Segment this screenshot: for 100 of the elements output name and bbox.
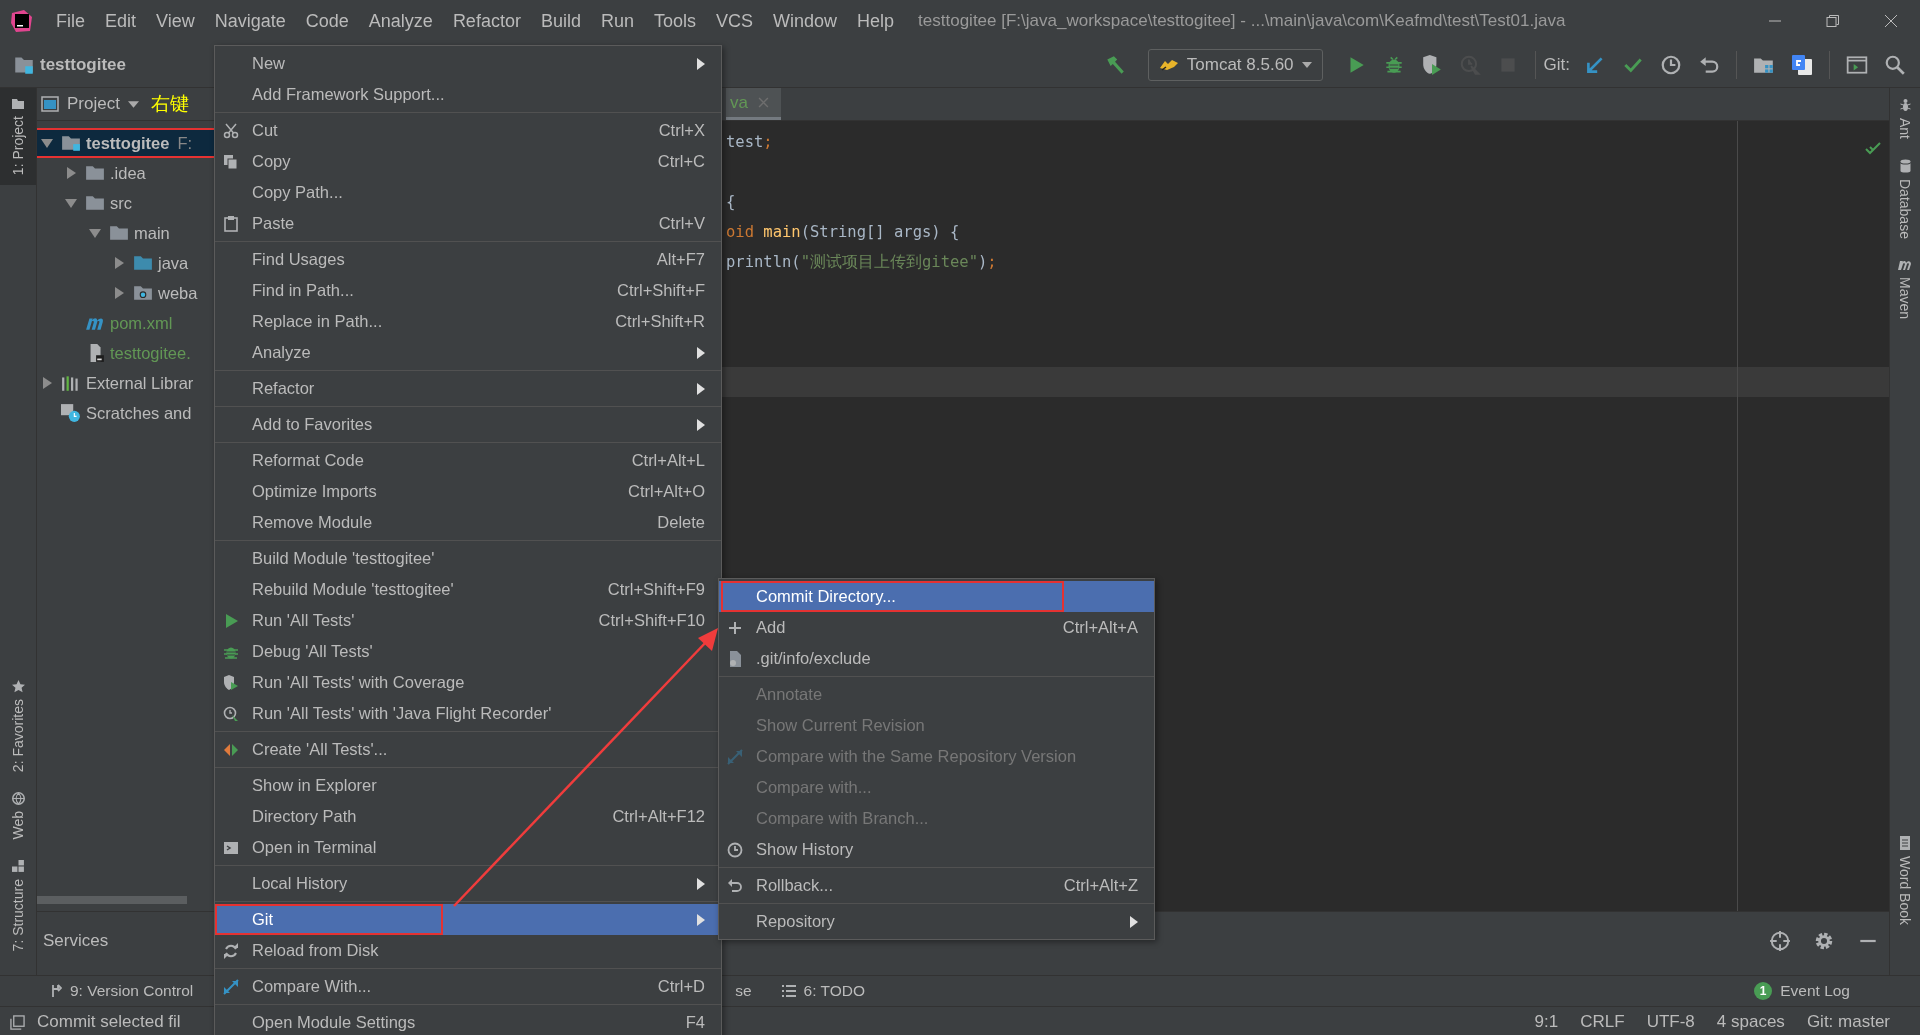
menu-item[interactable]: Run [590,10,644,32]
menu-item[interactable]: Show History [719,834,1154,865]
submenu-arrow-icon [697,913,705,926]
tool-window-tab[interactable]: Web [6,782,30,850]
menu-item[interactable]: Refactor [215,373,721,404]
tool-window-tab[interactable]: Maven [1893,248,1917,329]
menu-item[interactable]: Find in Path... Ctrl+Shift+F [215,275,721,306]
tool-window-tab[interactable]: Word Book [1893,826,1917,935]
menu-item[interactable]: Reload from Disk [215,935,721,966]
menu-item[interactable]: Remove Module Delete [215,507,721,538]
git-label: Git: [1543,54,1570,75]
panel-title: Services [43,930,109,951]
tool-window-tab[interactable]: 1: Project [0,88,36,186]
code-line: oid main(String[] args) { [726,223,960,241]
menu-item[interactable]: Compare With... Ctrl+D [215,971,721,1002]
collapse-arrow-icon[interactable] [65,167,77,179]
menu-item[interactable]: Build Module 'testtogitee' [215,543,721,574]
menu-item[interactable]: Add Ctrl+Alt+A [719,612,1154,643]
menu-item[interactable]: Navigate [204,10,296,32]
tree-item[interactable]: java [37,248,215,278]
tree-item[interactable]: testtogitee. [37,338,215,368]
tree-item[interactable]: External Librar [37,368,215,398]
caret-icon[interactable] [127,100,139,108]
menu-item[interactable]: Create 'All Tests'... [215,734,721,765]
collapse-arrow-icon[interactable] [41,377,53,389]
menu-item[interactable]: Cut Ctrl+X [215,115,721,146]
menu-item[interactable]: Run 'All Tests' with Coverage [215,667,721,698]
menu-item[interactable]: .git/info/exclude [719,643,1154,674]
status-item[interactable]: 9:1 [1534,1012,1559,1032]
menu-item[interactable]: File [46,10,95,32]
menu-item[interactable]: Optimize Imports Ctrl+Alt+O [215,476,721,507]
menu-item[interactable]: Directory Path Ctrl+Alt+F12 [215,801,721,832]
menu-item[interactable]: Open in Terminal [215,832,721,863]
menu-item[interactable]: Paste Ctrl+V [215,208,721,239]
status-item[interactable]: 4 spaces [1716,1012,1785,1032]
menu-item[interactable]: Reformat Code Ctrl+Alt+L [215,445,721,476]
refresh-icon [222,942,239,959]
menu-item[interactable]: Copy Ctrl+C [215,146,721,177]
tree-item[interactable]: main [37,218,215,248]
menu-item[interactable]: Add Framework Support... [215,79,721,110]
collapse-arrow-icon[interactable] [113,287,125,299]
menu-item[interactable]: Copy Path... [215,177,721,208]
menu-item[interactable]: Show in Explorer [215,770,721,801]
menu-item[interactable]: Git [215,904,721,935]
status-item[interactable]: UTF-8 [1646,1012,1695,1032]
menu-item[interactable]: View [146,10,205,32]
menu-item[interactable]: Edit [95,10,147,32]
menu-item[interactable]: Rollback... Ctrl+Alt+Z [719,870,1154,901]
crosshair-icon[interactable] [1769,929,1791,952]
tree-item[interactable]: .idea [37,158,215,188]
menu-item[interactable]: VCS [706,10,763,32]
menu-item[interactable]: Refactor [442,10,531,32]
menu-item[interactable]: Local History [215,868,721,899]
menu-item[interactable]: Open Module Settings F4 [215,1007,721,1035]
menu-item[interactable]: Find Usages Alt+F7 [215,244,721,275]
menu-item[interactable]: Add to Favorites [215,409,721,440]
scrollbar-thumb[interactable] [37,896,187,904]
expand-arrow-icon[interactable] [89,227,101,239]
window-icon[interactable] [10,1014,25,1030]
clipboard-icon [222,215,239,232]
menu-item[interactable]: Code [295,10,359,32]
expand-arrow-icon[interactable] [41,137,53,149]
menu-item[interactable]: Help [847,10,905,32]
tree-item[interactable]: pom.xml [37,308,215,338]
status-item[interactable]: CRLF [1580,1012,1625,1032]
panel-title[interactable]: Project [67,94,120,114]
menu-item[interactable]: Run 'All Tests' with 'Java Flight Recorder' [215,698,721,729]
menu-item[interactable]: Replace in Path... Ctrl+Shift+R [215,306,721,337]
tool-window-tab[interactable]: 9: Version Control [50,982,194,1000]
tool-window-tab[interactable]: 6: TODO [781,982,866,1000]
menu-item[interactable]: Build [530,10,591,32]
status-item[interactable]: Git: master [1806,1012,1890,1032]
menu-item[interactable]: Window [763,10,848,32]
menu-item[interactable]: New [215,48,721,79]
event-log-tab[interactable]: 1 Event Log [1754,982,1850,1000]
tool-window-tab[interactable]: 7: Structure [6,849,30,961]
tree-item[interactable]: weba [37,278,215,308]
tomcat-icon [1158,57,1179,72]
menu-item[interactable]: Commit Directory... [719,581,1154,612]
run-config-dropdown[interactable]: Tomcat 8.5.60 [1147,48,1323,81]
menu-item[interactable]: Tools [643,10,706,32]
menu-item[interactable]: Rebuild Module 'testtogitee' Ctrl+Shift+F9 [215,574,721,605]
menu-item[interactable]: Debug 'All Tests' [215,636,721,667]
collapse-arrow-icon[interactable] [113,257,125,269]
tree-item[interactable]: testtogitee F: [37,128,215,158]
menu-item[interactable]: Repository [719,906,1154,937]
tool-window-tab[interactable]: Database [1893,149,1917,249]
expand-arrow-icon[interactable] [65,197,77,209]
structure-icon [11,859,25,873]
menu-item[interactable]: Analyze [215,337,721,368]
breadcrumb[interactable]: testtogitee [40,54,126,75]
tool-window-tab[interactable]: Ant [1893,88,1917,149]
menu-item[interactable]: Analyze [358,10,443,32]
folder-icon [85,164,105,182]
tree-item[interactable]: Scratches and [37,398,215,428]
caret-icon [1301,61,1312,68]
tool-window-tab[interactable]: se [735,982,752,1000]
tool-window-tab[interactable]: 2: Favorites [6,669,30,783]
menu-item[interactable]: Run 'All Tests' Ctrl+Shift+F10 [215,605,721,636]
tree-item[interactable]: src [37,188,215,218]
